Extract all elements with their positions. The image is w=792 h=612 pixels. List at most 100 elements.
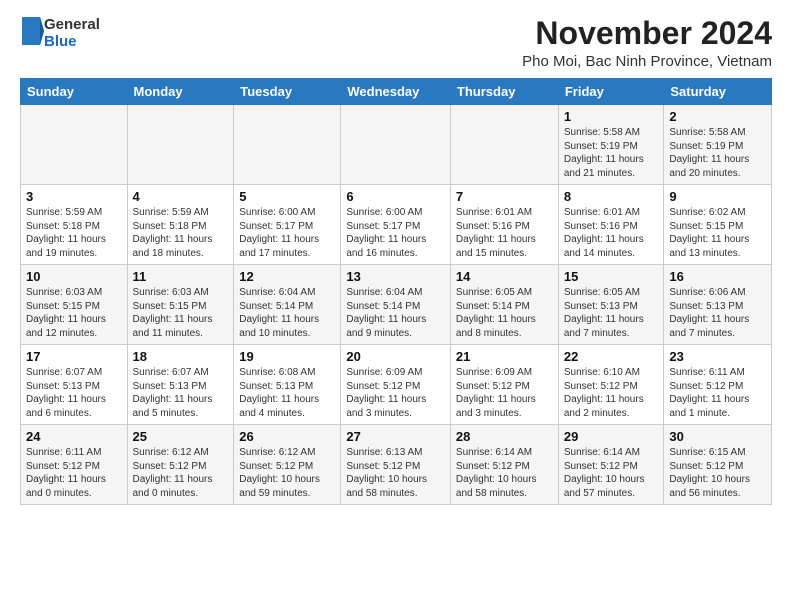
calendar-cell: 15Sunrise: 6:05 AM Sunset: 5:13 PM Dayli… <box>558 265 664 345</box>
day-number: 12 <box>239 269 335 284</box>
day-info: Sunrise: 6:01 AM Sunset: 5:16 PM Dayligh… <box>456 206 553 260</box>
calendar-cell: 2 Sunrise: 5:58 AM Sunset: 5:19 PM Daylig… <box>664 105 772 185</box>
day-number: 8 <box>564 189 659 204</box>
calendar-cell: 22 Sunrise: 6:10 AM Sunset: 5:12 PM Dayli… <box>558 345 664 425</box>
logo-general: General <box>44 16 100 33</box>
day-info: Sunrise: 6:02 AM Sunset: 5:15 PM Dayligh… <box>669 206 766 260</box>
calendar-cell: 17 Sunrise: 6:07 AM Sunset: 5:13 PM Dayli… <box>21 345 128 425</box>
day-info: Sunrise: 6:00 AM Sunset: 5:17 PM Dayligh… <box>346 206 445 260</box>
month-year: November 2024 <box>522 16 772 51</box>
day-number: 3 <box>26 189 122 204</box>
day-info: Sunrise: 6:14 AM Sunset: 5:12 PM Dayligh… <box>456 446 553 500</box>
calendar-cell: 24 Sunrise: 6:11 AM Sunset: 5:12 PM Dayli… <box>21 425 128 505</box>
day-number: 9 <box>669 189 766 204</box>
day-info: Sunrise: 6:01 AM Sunset: 5:16 PM Dayligh… <box>564 206 659 260</box>
day-number: 5 <box>239 189 335 204</box>
calendar-week-row: 10 Sunrise: 6:03 AM Sunset: 5:15 PM Dayli… <box>21 265 772 345</box>
day-number: 17 <box>26 349 122 364</box>
weekday-header-row: SundayMondayTuesdayWednesdayThursdayFrid… <box>21 79 772 105</box>
calendar-cell <box>21 105 128 185</box>
calendar-cell: 29 Sunrise: 6:14 AM Sunset: 5:12 PM Dayli… <box>558 425 664 505</box>
day-info: Sunrise: 6:10 AM Sunset: 5:12 PM Dayligh… <box>564 366 659 420</box>
day-number: 2 <box>669 109 766 124</box>
calendar-header: SundayMondayTuesdayWednesdayThursdayFrid… <box>21 79 772 105</box>
calendar-body: 1 Sunrise: 5:58 AM Sunset: 5:19 PM Daylig… <box>21 105 772 505</box>
day-info: Sunrise: 6:04 AM Sunset: 5:14 PM Dayligh… <box>239 286 335 340</box>
day-number: 21 <box>456 349 553 364</box>
day-info: Sunrise: 5:59 AM Sunset: 5:18 PM Dayligh… <box>26 206 122 260</box>
logo: General Blue <box>20 16 100 51</box>
day-number: 14 <box>456 269 553 284</box>
day-number: 26 <box>239 429 335 444</box>
day-info: Sunrise: 5:58 AM Sunset: 5:19 PM Dayligh… <box>669 126 766 180</box>
weekday-header-sunday: Sunday <box>21 79 128 105</box>
day-info: Sunrise: 6:07 AM Sunset: 5:13 PM Dayligh… <box>26 366 122 420</box>
day-info: Sunrise: 6:03 AM Sunset: 5:15 PM Dayligh… <box>133 286 229 340</box>
calendar-cell <box>341 105 451 185</box>
day-info: Sunrise: 6:06 AM Sunset: 5:13 PM Dayligh… <box>669 286 766 340</box>
calendar-table: SundayMondayTuesdayWednesdayThursdayFrid… <box>20 78 772 505</box>
calendar-cell: 6 Sunrise: 6:00 AM Sunset: 5:17 PM Daylig… <box>341 185 451 265</box>
day-number: 10 <box>26 269 122 284</box>
logo-text: General Blue <box>44 16 100 51</box>
calendar-week-row: 3 Sunrise: 5:59 AM Sunset: 5:18 PM Daylig… <box>21 185 772 265</box>
day-info: Sunrise: 6:05 AM Sunset: 5:13 PM Dayligh… <box>564 286 659 340</box>
page-header: General Blue November 2024 Pho Moi, Bac … <box>20 16 772 70</box>
calendar-cell: 16 Sunrise: 6:06 AM Sunset: 5:13 PM Dayli… <box>664 265 772 345</box>
calendar-cell: 10Sunrise: 6:03 AM Sunset: 5:15 PM Dayli… <box>21 265 128 345</box>
calendar-cell: 30 Sunrise: 6:15 AM Sunset: 5:12 PM Dayli… <box>664 425 772 505</box>
calendar-cell: 4 Sunrise: 5:59 AM Sunset: 5:18 PM Daylig… <box>127 185 234 265</box>
calendar-cell: 20 Sunrise: 6:09 AM Sunset: 5:12 PM Dayli… <box>341 345 451 425</box>
calendar-cell: 23 Sunrise: 6:11 AM Sunset: 5:12 PM Dayli… <box>664 345 772 425</box>
day-info: Sunrise: 6:04 AM Sunset: 5:14 PM Dayligh… <box>346 286 445 340</box>
day-number: 4 <box>133 189 229 204</box>
day-info: Sunrise: 6:07 AM Sunset: 5:13 PM Dayligh… <box>133 366 229 420</box>
calendar-cell: 11 Sunrise: 6:03 AM Sunset: 5:15 PM Dayli… <box>127 265 234 345</box>
day-number: 27 <box>346 429 445 444</box>
day-info: Sunrise: 6:09 AM Sunset: 5:12 PM Dayligh… <box>346 366 445 420</box>
day-info: Sunrise: 6:08 AM Sunset: 5:13 PM Dayligh… <box>239 366 335 420</box>
day-info: Sunrise: 6:11 AM Sunset: 5:12 PM Dayligh… <box>26 446 122 500</box>
day-number: 22 <box>564 349 659 364</box>
day-number: 30 <box>669 429 766 444</box>
day-number: 23 <box>669 349 766 364</box>
calendar-cell: 1Sunrise: 5:58 AM Sunset: 5:19 PM Daylig… <box>558 105 664 185</box>
day-number: 13 <box>346 269 445 284</box>
day-number: 11 <box>133 269 229 284</box>
day-info: Sunrise: 6:13 AM Sunset: 5:12 PM Dayligh… <box>346 446 445 500</box>
day-number: 19 <box>239 349 335 364</box>
day-number: 1 <box>564 109 659 124</box>
calendar-week-row: 17 Sunrise: 6:07 AM Sunset: 5:13 PM Dayli… <box>21 345 772 425</box>
calendar-cell: 25Sunrise: 6:12 AM Sunset: 5:12 PM Dayli… <box>127 425 234 505</box>
calendar-cell: 7Sunrise: 6:01 AM Sunset: 5:16 PM Daylig… <box>450 185 558 265</box>
day-info: Sunrise: 5:59 AM Sunset: 5:18 PM Dayligh… <box>133 206 229 260</box>
day-info: Sunrise: 6:11 AM Sunset: 5:12 PM Dayligh… <box>669 366 766 420</box>
calendar-week-row: 1 Sunrise: 5:58 AM Sunset: 5:19 PM Daylig… <box>21 105 772 185</box>
day-number: 29 <box>564 429 659 444</box>
weekday-header-thursday: Thursday <box>450 79 558 105</box>
day-number: 6 <box>346 189 445 204</box>
calendar-cell: 26Sunrise: 6:12 AM Sunset: 5:12 PM Dayli… <box>234 425 341 505</box>
weekday-header-wednesday: Wednesday <box>341 79 451 105</box>
weekday-header-friday: Friday <box>558 79 664 105</box>
weekday-header-saturday: Saturday <box>664 79 772 105</box>
day-info: Sunrise: 6:09 AM Sunset: 5:12 PM Dayligh… <box>456 366 553 420</box>
logo-icon <box>22 17 44 45</box>
calendar-cell: 14Sunrise: 6:05 AM Sunset: 5:14 PM Dayli… <box>450 265 558 345</box>
calendar-cell <box>450 105 558 185</box>
day-number: 16 <box>669 269 766 284</box>
day-info: Sunrise: 6:15 AM Sunset: 5:12 PM Dayligh… <box>669 446 766 500</box>
day-number: 25 <box>133 429 229 444</box>
calendar-cell <box>127 105 234 185</box>
day-number: 24 <box>26 429 122 444</box>
day-info: Sunrise: 6:00 AM Sunset: 5:17 PM Dayligh… <box>239 206 335 260</box>
calendar-cell: 9 Sunrise: 6:02 AM Sunset: 5:15 PM Daylig… <box>664 185 772 265</box>
calendar-cell: 8 Sunrise: 6:01 AM Sunset: 5:16 PM Daylig… <box>558 185 664 265</box>
calendar-cell: 21 Sunrise: 6:09 AM Sunset: 5:12 PM Dayli… <box>450 345 558 425</box>
calendar-cell: 18 Sunrise: 6:07 AM Sunset: 5:13 PM Dayli… <box>127 345 234 425</box>
day-info: Sunrise: 6:14 AM Sunset: 5:12 PM Dayligh… <box>564 446 659 500</box>
calendar-cell: 27 Sunrise: 6:13 AM Sunset: 5:12 PM Dayli… <box>341 425 451 505</box>
calendar-cell: 13 Sunrise: 6:04 AM Sunset: 5:14 PM Dayli… <box>341 265 451 345</box>
day-number: 18 <box>133 349 229 364</box>
day-number: 20 <box>346 349 445 364</box>
